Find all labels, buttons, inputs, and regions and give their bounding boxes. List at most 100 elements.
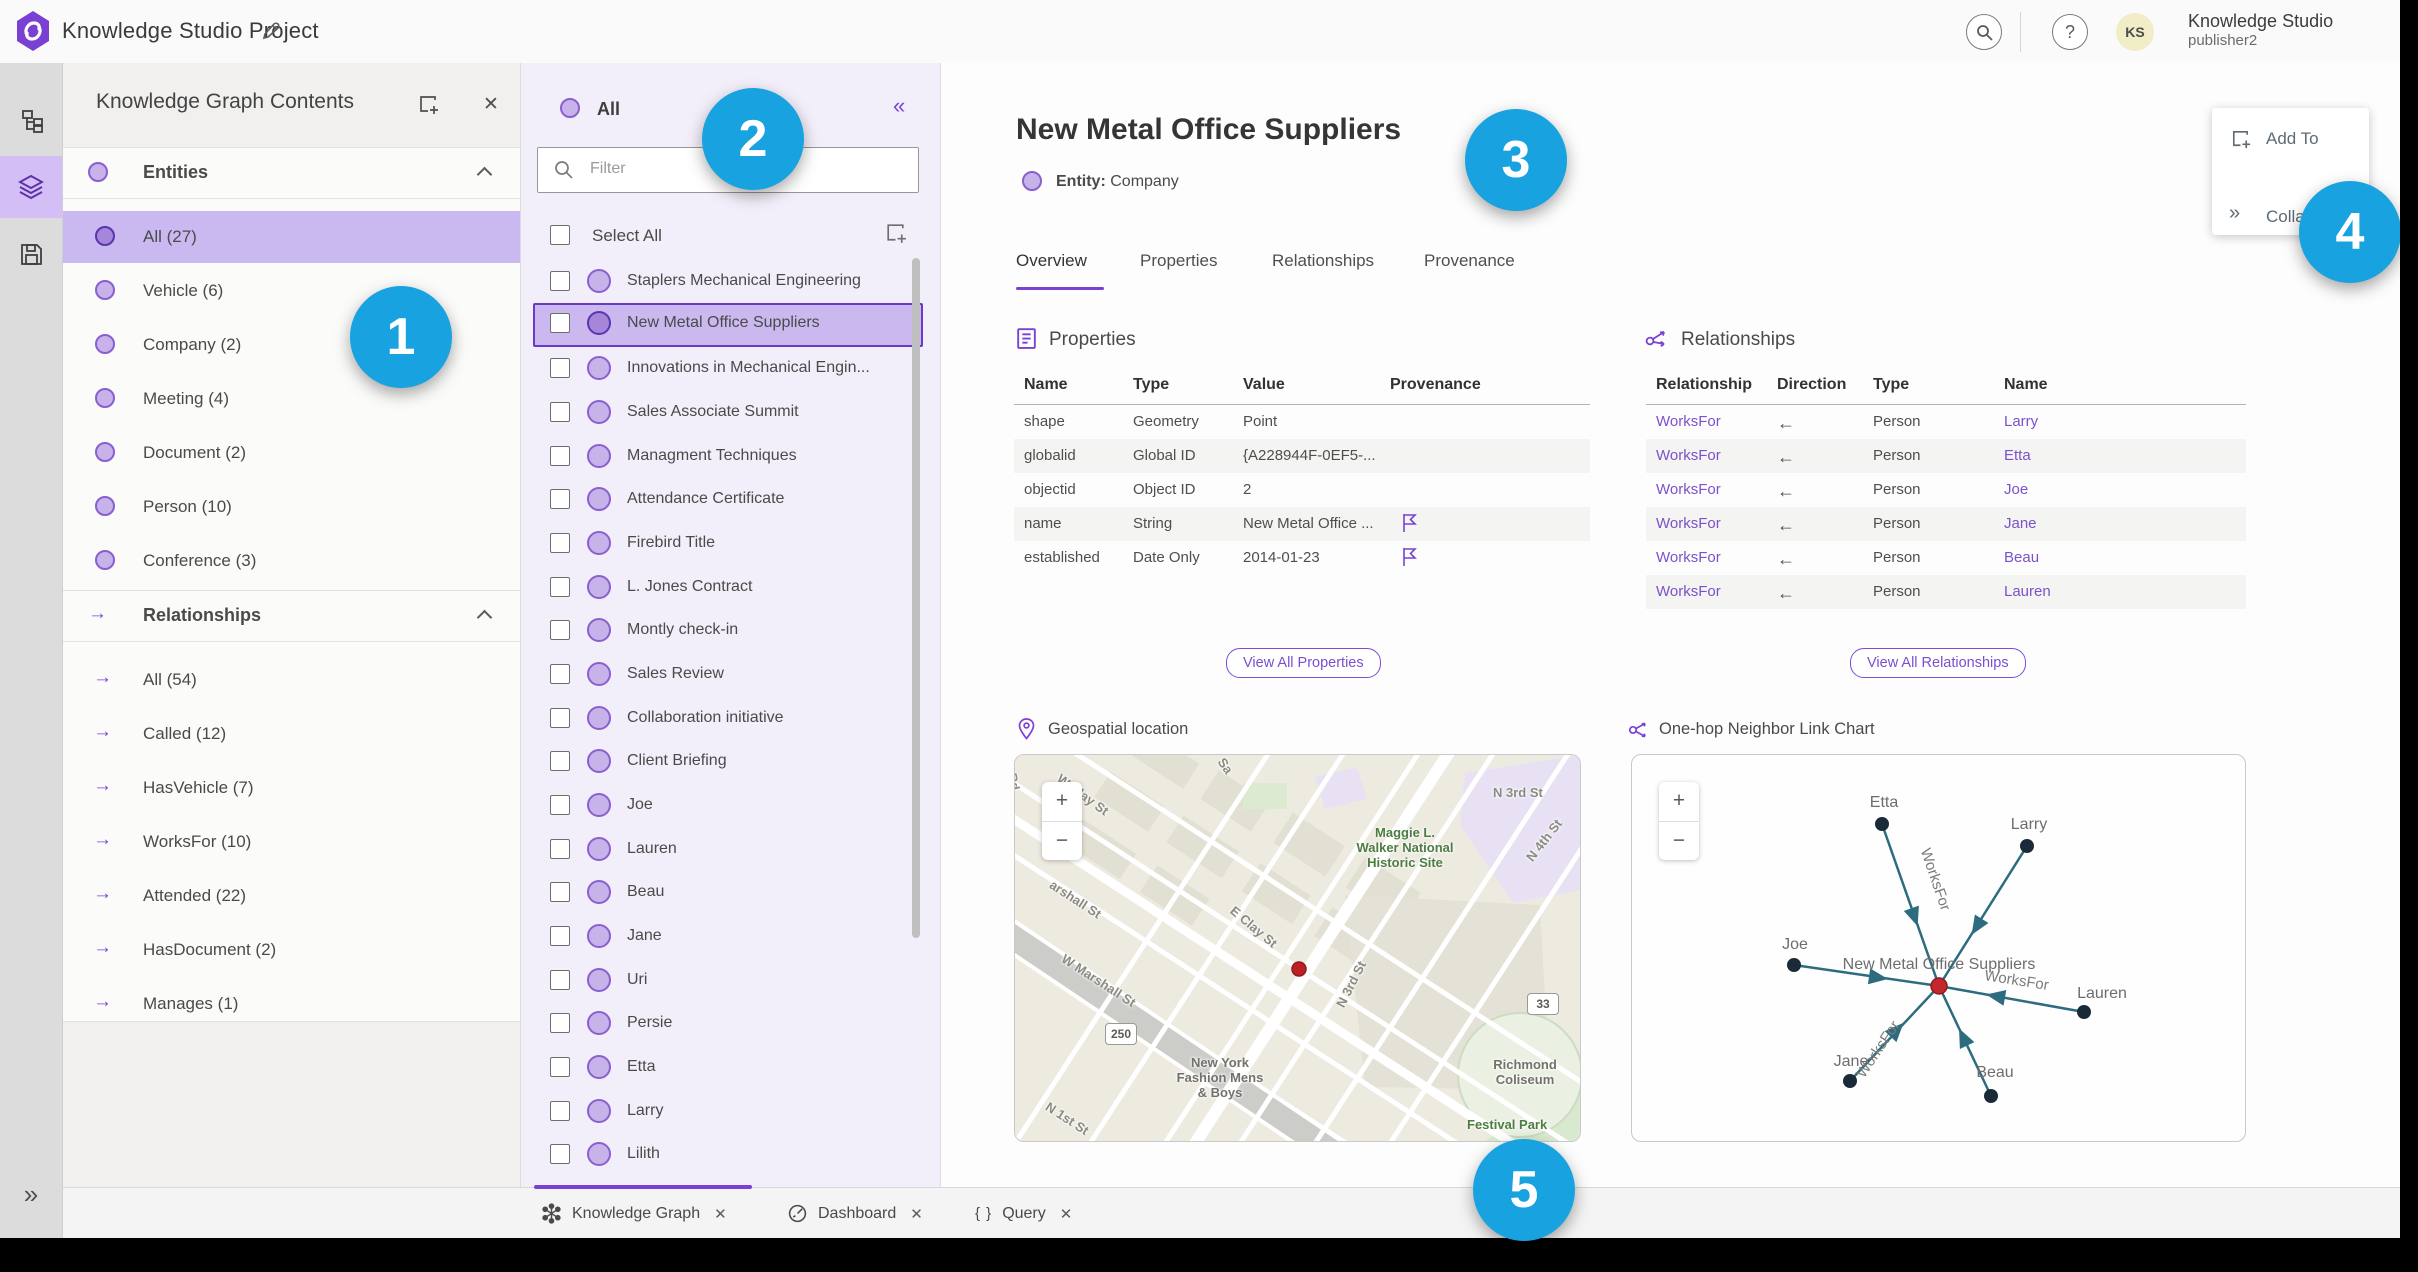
table-row[interactable]: objectid Object ID 2 [1014, 473, 1590, 507]
checkbox[interactable] [550, 402, 570, 422]
list-item[interactable]: Lauren [533, 829, 919, 869]
checkbox[interactable] [550, 926, 570, 946]
entities-section-header[interactable]: Entities [63, 148, 520, 198]
node-center[interactable] [1930, 977, 1948, 995]
node-larry[interactable] [2020, 839, 2034, 853]
checkbox[interactable] [550, 882, 570, 902]
select-all-row[interactable]: Select All [521, 213, 940, 257]
add-to-map-button[interactable] [883, 221, 908, 246]
provenance-flag-icon[interactable] [1400, 512, 1419, 533]
node-jane[interactable] [1843, 1074, 1857, 1088]
list-item[interactable]: Lilith [533, 1134, 919, 1174]
node-beau[interactable] [1984, 1089, 1998, 1103]
tab-query[interactable]: { } Query ✕ [975, 1188, 1072, 1238]
entity-link[interactable]: Larry [2004, 413, 2038, 430]
list-item[interactable]: Etta [533, 1047, 919, 1087]
tab-provenance[interactable]: Provenance [1424, 251, 1515, 271]
rel-filter-called[interactable]: → Called (12) [63, 708, 520, 760]
checkbox[interactable] [550, 620, 570, 640]
table-row[interactable]: WorksFor ← Person Joe [1646, 473, 2246, 507]
tab-knowledge-graph[interactable]: Knowledge Graph ✕ [541, 1188, 727, 1238]
chart-zoom-control[interactable]: + − [1659, 782, 1699, 860]
relationship-link[interactable]: WorksFor [1656, 583, 1721, 600]
zoom-out-button[interactable]: − [1659, 822, 1699, 861]
entity-filter-document[interactable]: Document (2) [63, 427, 520, 479]
table-row[interactable]: WorksFor ← Person Jane [1646, 507, 2246, 541]
table-row[interactable]: WorksFor ← Person Beau [1646, 541, 2246, 575]
node-lauren[interactable] [2077, 1005, 2091, 1019]
tab-relationships[interactable]: Relationships [1272, 251, 1374, 271]
entity-link[interactable]: Etta [2004, 447, 2031, 464]
rel-filter-all[interactable]: → All (54) [63, 654, 520, 706]
link-chart-widget[interactable]: WorksFor WorksFor WorksFor Etta Larry Jo… [1631, 754, 2246, 1142]
close-tab-icon[interactable]: ✕ [910, 1205, 923, 1223]
select-all-checkbox[interactable] [550, 225, 570, 245]
checkbox[interactable] [550, 1144, 570, 1164]
list-item[interactable]: Uri [533, 960, 919, 1000]
rel-filter-hasdocument[interactable]: → HasDocument (2) [63, 924, 520, 976]
checkbox[interactable] [550, 839, 570, 859]
list-item[interactable]: Collaboration initiative [533, 698, 919, 738]
list-item-selected[interactable]: New Metal Office Suppliers [533, 303, 923, 347]
list-item[interactable]: Jane [533, 916, 919, 956]
checkbox[interactable] [550, 313, 570, 333]
rel-filter-worksfor[interactable]: → WorksFor (10) [63, 816, 520, 868]
checkbox[interactable] [550, 577, 570, 597]
list-item[interactable]: Attendance Certificate [533, 479, 919, 519]
checkbox[interactable] [550, 1013, 570, 1033]
entity-filter-conference[interactable]: Conference (3) [63, 535, 520, 587]
relationship-link[interactable]: WorksFor [1656, 413, 1721, 430]
rel-filter-manages[interactable]: → Manages (1) [63, 978, 520, 1030]
list-item[interactable]: Sales Associate Summit [533, 392, 919, 432]
collapse-entities-icon[interactable] [476, 166, 493, 183]
app-logo-icon[interactable] [15, 10, 51, 52]
list-item[interactable]: Client Briefing [533, 741, 919, 781]
rel-filter-hasvehicle[interactable]: → HasVehicle (7) [63, 762, 520, 814]
close-tab-icon[interactable]: ✕ [714, 1205, 727, 1223]
list-item[interactable]: Beau [533, 872, 919, 912]
collapse-panel-button[interactable]: « [893, 93, 905, 119]
checkbox[interactable] [550, 664, 570, 684]
checkbox[interactable] [550, 489, 570, 509]
list-item[interactable]: Montly check-in [533, 610, 919, 650]
table-row[interactable]: WorksFor ← Person Etta [1646, 439, 2246, 473]
view-all-relationships-button[interactable]: View All Relationships [1850, 648, 2026, 678]
checkbox[interactable] [550, 358, 570, 378]
table-row[interactable]: WorksFor ← Person Lauren [1646, 575, 2246, 609]
list-item[interactable]: Persie [533, 1003, 919, 1043]
checkbox[interactable] [550, 970, 570, 990]
list-item[interactable]: L. Jones Contract [533, 567, 919, 607]
zoom-out-button[interactable]: − [1042, 822, 1082, 861]
search-button[interactable] [1966, 14, 2002, 50]
table-row[interactable]: globalid Global ID {A228944F-0EF5-... [1014, 439, 1590, 473]
list-item[interactable]: Managment Techniques [533, 436, 919, 476]
collapse-relationships-icon[interactable] [476, 609, 493, 626]
checkbox[interactable] [550, 795, 570, 815]
map-widget[interactable]: + − W Clay St Sa k Rd N 3rd St N 4th St … [1014, 754, 1581, 1142]
tab-properties[interactable]: Properties [1140, 251, 1217, 271]
edit-title-icon[interactable] [260, 20, 282, 42]
add-to-menu-item[interactable]: Add To [2212, 118, 2369, 162]
checkbox[interactable] [550, 271, 570, 291]
checkbox[interactable] [550, 1101, 570, 1121]
entity-link[interactable]: Beau [2004, 549, 2039, 566]
node-etta[interactable] [1875, 817, 1889, 831]
entity-filter-person[interactable]: Person (10) [63, 481, 520, 533]
save-tool-button[interactable] [0, 223, 62, 285]
checkbox[interactable] [550, 708, 570, 728]
view-all-properties-button[interactable]: View All Properties [1226, 648, 1381, 678]
entity-link[interactable]: Jane [2004, 515, 2037, 532]
list-item[interactable]: Joe [533, 785, 919, 825]
list-item[interactable]: Firebird Title [533, 523, 919, 563]
checkbox[interactable] [550, 533, 570, 553]
list-item[interactable]: Sales Review [533, 654, 919, 694]
schema-tool-button[interactable] [0, 91, 62, 153]
tab-overview[interactable]: Overview [1016, 251, 1087, 271]
entity-filter-company[interactable]: Company (2) [63, 319, 520, 371]
entity-link[interactable]: Joe [2004, 481, 2028, 498]
layers-tool-button[interactable] [0, 156, 62, 218]
zoom-in-button[interactable]: + [1659, 782, 1699, 822]
checkbox[interactable] [550, 1057, 570, 1077]
close-panel-button[interactable]: ✕ [483, 93, 499, 116]
checkbox[interactable] [550, 446, 570, 466]
